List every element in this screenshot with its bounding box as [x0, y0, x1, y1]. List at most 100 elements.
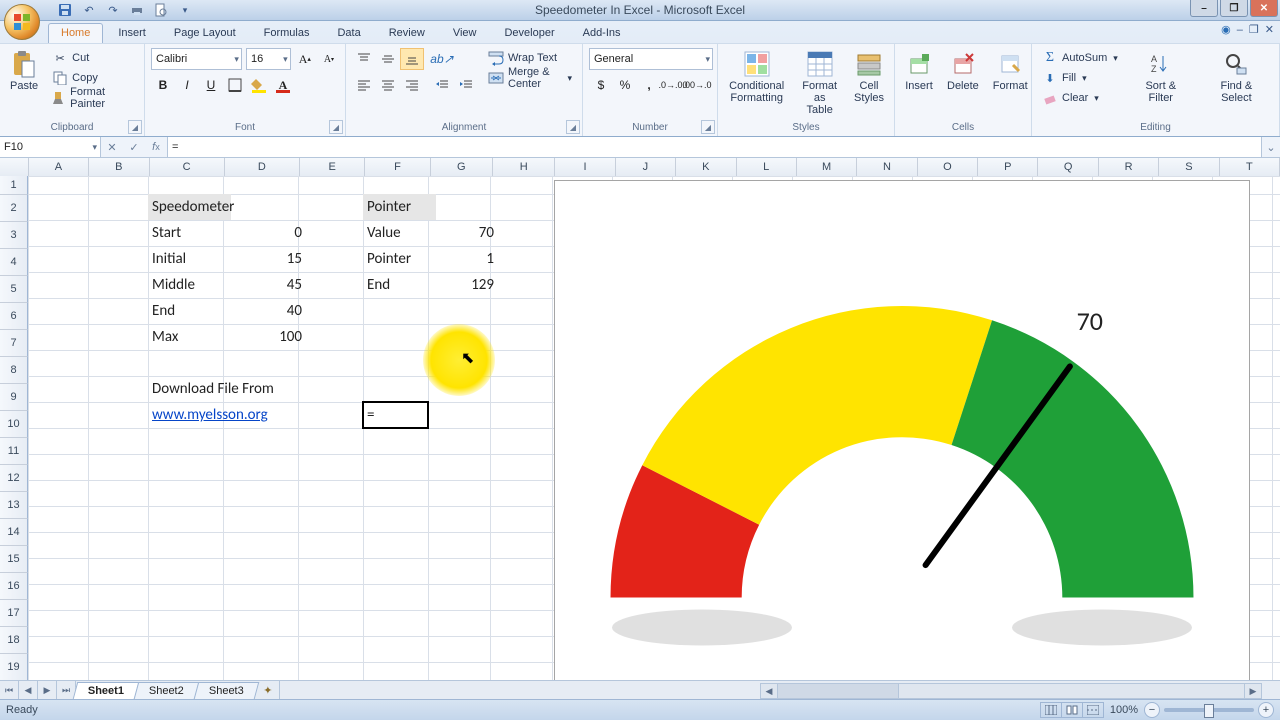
zoom-slider[interactable]: − + — [1144, 702, 1274, 718]
font-color-button[interactable]: A — [271, 74, 295, 96]
col-header[interactable]: R — [1099, 158, 1159, 176]
col-header[interactable]: Q — [1038, 158, 1098, 176]
minimize-button[interactable]: – — [1190, 0, 1218, 17]
col-header[interactable]: N — [857, 158, 917, 176]
close-button[interactable]: ✕ — [1250, 0, 1278, 17]
maximize-button[interactable]: ❐ — [1220, 0, 1248, 17]
select-all-corner[interactable] — [0, 158, 29, 176]
wrap-text-button[interactable]: Wrap Text — [484, 48, 576, 68]
ribbon-tab-page-layout[interactable]: Page Layout — [161, 23, 249, 43]
formula-input[interactable]: = — [168, 137, 1261, 157]
shrink-font-button[interactable]: A▾ — [319, 48, 339, 70]
cell-D3[interactable]: 0 — [223, 220, 306, 246]
col-header[interactable]: H — [493, 158, 555, 176]
chart-area[interactable]: 70 — [554, 180, 1250, 680]
cell-C5[interactable]: Middle — [148, 272, 231, 298]
sheet-nav-first-icon[interactable]: ⏮ — [0, 681, 19, 699]
cell-F3[interactable]: Value — [363, 220, 436, 246]
worksheet-grid[interactable]: ABCDEFGHIJKLMNOPQRST 1234567891011121314… — [0, 158, 1280, 680]
col-header[interactable]: M — [797, 158, 857, 176]
font-name-select[interactable]: Calibri — [151, 48, 242, 70]
decrease-decimal-button[interactable]: .00→.0 — [685, 74, 709, 96]
delete-cells-button[interactable]: Delete — [943, 48, 983, 94]
orientation-button[interactable]: ab↗ — [430, 48, 454, 70]
sheet-tab-sheet2[interactable]: Sheet2 — [134, 682, 199, 699]
row-header[interactable]: 16 — [0, 573, 28, 600]
cell-C9[interactable]: Download File From — [148, 376, 381, 402]
col-header[interactable]: J — [616, 158, 676, 176]
col-header[interactable]: E — [300, 158, 365, 176]
ribbon-tab-developer[interactable]: Developer — [491, 23, 567, 43]
align-bottom-button[interactable] — [400, 48, 424, 70]
merge-center-button[interactable]: Merge & Center▾ — [484, 68, 576, 88]
qat-print-icon[interactable] — [128, 1, 146, 19]
ribbon-tab-data[interactable]: Data — [324, 23, 373, 43]
sort-filter-button[interactable]: AZSort & Filter — [1128, 48, 1194, 106]
cut-button[interactable]: ✂Cut — [48, 48, 138, 68]
cell-C7[interactable]: Max — [148, 324, 231, 350]
clipboard-launcher-icon[interactable]: ◢ — [128, 120, 142, 134]
row-header[interactable]: 17 — [0, 600, 28, 627]
align-right-button[interactable] — [400, 74, 424, 96]
ribbon-tab-review[interactable]: Review — [376, 23, 438, 43]
fx-button-icon[interactable]: fx — [145, 141, 167, 153]
col-header[interactable]: T — [1220, 158, 1280, 176]
cell-G5[interactable]: 129 — [428, 272, 498, 298]
row-header[interactable]: 12 — [0, 465, 28, 492]
page-break-view-icon[interactable] — [1083, 703, 1103, 717]
underline-button[interactable]: U — [199, 74, 223, 96]
cell-D7[interactable]: 100 — [223, 324, 306, 350]
insert-cells-button[interactable]: Insert — [901, 48, 937, 94]
format-cells-button[interactable]: Format — [989, 48, 1032, 94]
alignment-launcher-icon[interactable]: ◢ — [566, 120, 580, 134]
row-header[interactable]: 15 — [0, 546, 28, 573]
row-header[interactable]: 1 — [0, 176, 28, 195]
comma-button[interactable]: , — [637, 74, 661, 96]
col-header[interactable]: P — [978, 158, 1038, 176]
number-format-select[interactable]: General — [589, 48, 713, 70]
font-launcher-icon[interactable]: ◢ — [329, 120, 343, 134]
cell-F5[interactable]: End — [363, 272, 436, 298]
sheet-nav-next-icon[interactable]: ▶ — [38, 681, 57, 699]
formula-expand-icon[interactable]: ⌄ — [1261, 137, 1280, 157]
col-header[interactable]: I — [555, 158, 615, 176]
row-header[interactable]: 14 — [0, 519, 28, 546]
qat-more-icon[interactable]: ▾ — [176, 1, 194, 19]
cell-F10[interactable]: = — [363, 402, 436, 428]
col-header[interactable]: F — [365, 158, 430, 176]
cell-D5[interactable]: 45 — [223, 272, 306, 298]
row-header[interactable]: 7 — [0, 330, 28, 357]
row-header[interactable]: 4 — [0, 249, 28, 276]
help-icon[interactable]: ◉ — [1221, 23, 1231, 36]
increase-decimal-button[interactable]: .0→.00 — [661, 74, 685, 96]
number-launcher-icon[interactable]: ◢ — [701, 120, 715, 134]
row-header[interactable]: 10 — [0, 411, 28, 438]
zoom-in-button[interactable]: + — [1258, 702, 1274, 718]
cell-C3[interactable]: Start — [148, 220, 231, 246]
bold-button[interactable]: B — [151, 74, 175, 96]
zoom-level[interactable]: 100% — [1110, 704, 1138, 716]
mdi-close-button[interactable]: ✕ — [1265, 23, 1274, 36]
cell-C4[interactable]: Initial — [148, 246, 231, 272]
sheet-nav-prev-icon[interactable]: ◀ — [19, 681, 38, 699]
row-header[interactable]: 19 — [0, 654, 28, 680]
cell-D4[interactable]: 15 — [223, 246, 306, 272]
cell-C10[interactable]: www.myelsson.org — [148, 402, 381, 428]
clear-button[interactable]: Clear▾ — [1038, 88, 1122, 108]
cell-F4[interactable]: Pointer — [363, 246, 436, 272]
cell-D6[interactable]: 40 — [223, 298, 306, 324]
row-header[interactable]: 11 — [0, 438, 28, 465]
page-layout-view-icon[interactable] — [1062, 703, 1083, 717]
find-select-button[interactable]: Find & Select — [1200, 48, 1273, 106]
col-header[interactable]: G — [431, 158, 493, 176]
qat-undo-icon[interactable]: ↶ — [80, 1, 98, 19]
autosum-button[interactable]: ΣAutoSum▾ — [1038, 48, 1122, 68]
cell-F2[interactable]: Pointer — [363, 194, 436, 220]
row-header[interactable]: 9 — [0, 384, 28, 411]
decrease-indent-button[interactable] — [430, 74, 454, 96]
fx-cancel-icon[interactable]: ✕ — [101, 141, 123, 154]
col-header[interactable]: D — [225, 158, 300, 176]
row-header[interactable]: 13 — [0, 492, 28, 519]
row-header[interactable]: 8 — [0, 357, 28, 384]
percent-button[interactable]: % — [613, 74, 637, 96]
